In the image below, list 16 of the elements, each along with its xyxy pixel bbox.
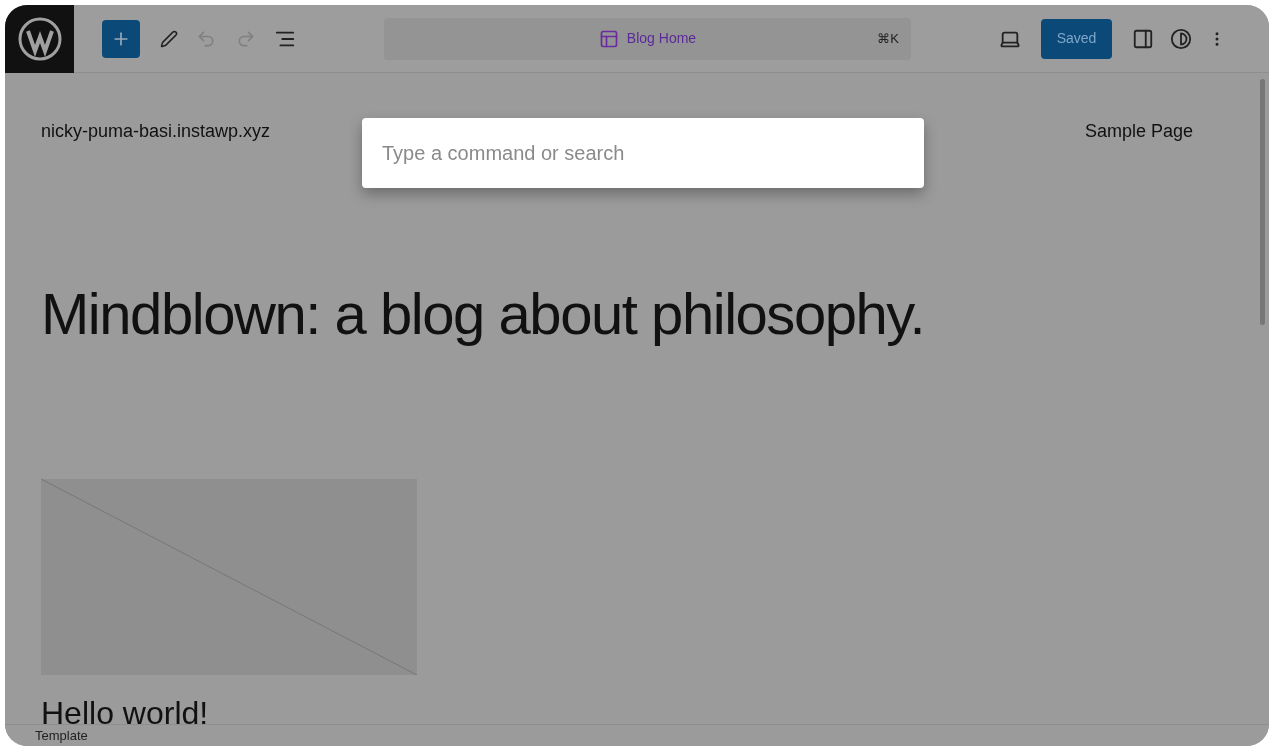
wordpress-logo-icon[interactable]: [5, 5, 74, 73]
breadcrumb[interactable]: Template: [35, 727, 88, 744]
nav-link[interactable]: Sample Page: [1084, 118, 1193, 145]
command-search-field[interactable]: Type a command or search: [362, 118, 924, 188]
pen-icon[interactable]: [160, 29, 178, 48]
layout-icon: [598, 28, 619, 49]
document-bar[interactable]: Blog Home ⌘K: [384, 17, 911, 60]
site-title[interactable]: nicky-puma-basi.instawp.xyz: [41, 118, 271, 145]
scrollbar-icon[interactable]: [1260, 79, 1265, 325]
post-title: Hello world!: [41, 697, 210, 724]
add-block-button[interactable]: [102, 19, 140, 58]
save-button[interactable]: Saved: [1041, 18, 1112, 59]
contrast-icon[interactable]: [1170, 27, 1192, 50]
shortcut-hint: ⌘K: [877, 29, 899, 48]
sidebar-icon[interactable]: [1132, 27, 1154, 50]
document-title: Blog Home: [626, 29, 697, 48]
